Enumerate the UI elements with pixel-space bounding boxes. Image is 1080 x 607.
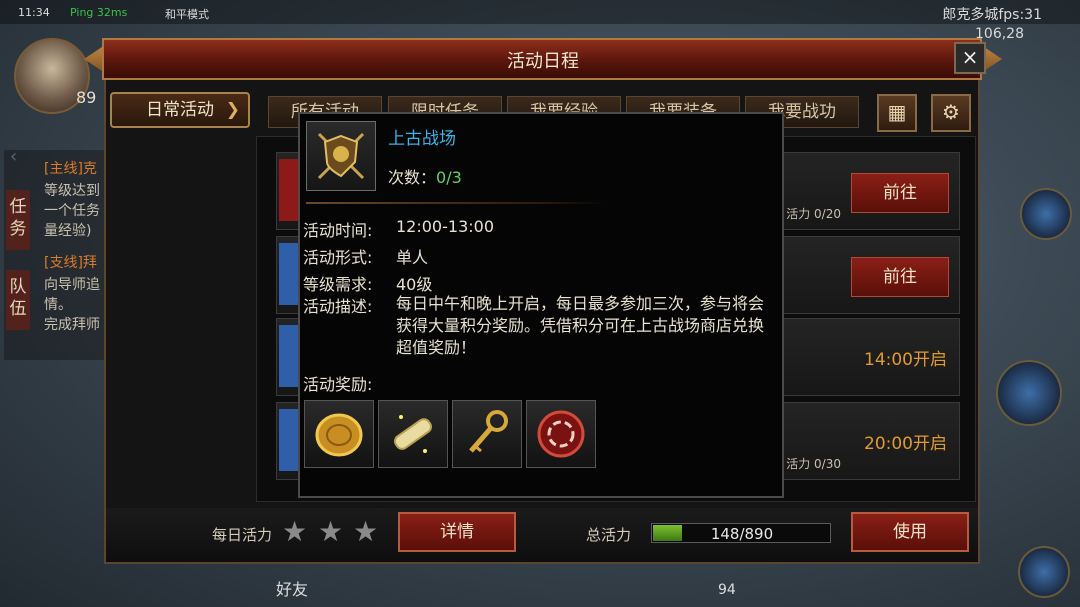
attempts: 次数：0/3 bbox=[388, 164, 462, 188]
quest-line: 量经验) bbox=[44, 223, 92, 239]
activity-thumbnail bbox=[279, 325, 299, 387]
clock: 11:34 bbox=[18, 6, 50, 19]
activity-name: 上古战场 bbox=[388, 129, 456, 149]
attempts-label: 次数： bbox=[388, 168, 437, 187]
quest-line: 一个任务 bbox=[44, 203, 100, 219]
tab-tasks[interactable]: 任务 bbox=[6, 190, 30, 250]
open-time: 14:00开启 bbox=[864, 350, 947, 370]
vitality-progress-bar: 148/890 bbox=[651, 523, 831, 543]
daily-vitality-label: 每日活力 bbox=[212, 526, 273, 544]
bottom-counter: 94 bbox=[718, 582, 736, 598]
player-level: 89 bbox=[76, 88, 97, 107]
attempts-value: 0/3 bbox=[436, 168, 462, 187]
crossed-swords-shield-icon bbox=[306, 121, 376, 191]
map-name: 郎克多城fps:31 bbox=[942, 7, 1042, 23]
tab-team[interactable]: 队伍 bbox=[6, 270, 30, 330]
go-button[interactable]: 前往 bbox=[851, 173, 949, 213]
quest-line: 情。 bbox=[44, 297, 72, 313]
quest-line: 向导师追 bbox=[44, 277, 100, 293]
close-button[interactable]: × bbox=[954, 42, 986, 74]
gold-coin-icon[interactable] bbox=[304, 400, 374, 468]
activity-thumbnail bbox=[279, 159, 299, 221]
category-daily-activities[interactable]: 日常活动 ❯ bbox=[110, 92, 250, 128]
star-icon: ★ bbox=[353, 515, 379, 548]
quest-line: 等级达到 bbox=[44, 183, 100, 199]
gear-icon[interactable]: ⚙ bbox=[931, 94, 971, 132]
time-value: 12:00-13:00 bbox=[396, 217, 494, 236]
go-button[interactable]: 前往 bbox=[851, 257, 949, 297]
ping-indicator: Ping 32ms bbox=[70, 6, 128, 19]
dpad-icon[interactable] bbox=[1020, 188, 1072, 240]
red-gem-icon[interactable] bbox=[526, 400, 596, 468]
calendar-icon[interactable]: ▦ bbox=[877, 94, 917, 132]
pk-mode[interactable]: 和平模式 bbox=[165, 6, 209, 22]
vitality-value: 148/890 bbox=[710, 525, 774, 543]
form-label: 活动形式: bbox=[303, 248, 373, 267]
level-label: 等级需求: bbox=[303, 275, 373, 294]
details-button[interactable]: 详情 bbox=[398, 512, 516, 552]
switch-icon[interactable] bbox=[1018, 546, 1070, 598]
total-vitality-label: 总活力 bbox=[586, 526, 632, 544]
rewards-label: 活动奖励: bbox=[303, 375, 373, 394]
level-value: 40级 bbox=[396, 275, 433, 294]
skill-icon[interactable] bbox=[996, 360, 1062, 426]
star-icon: ★ bbox=[282, 515, 308, 548]
row-vitality: 活力 0/20 bbox=[786, 207, 841, 221]
quest-line[interactable]: [主线]克 bbox=[44, 158, 106, 178]
status-bar: 11:34 Ping 32ms 和平模式 bbox=[0, 0, 1080, 24]
golden-key-icon[interactable] bbox=[452, 400, 522, 468]
row-vitality: 活力 0/30 bbox=[786, 457, 841, 471]
activity-thumbnail bbox=[279, 243, 299, 305]
time-label: 活动时间: bbox=[303, 221, 373, 240]
star-icon: ★ bbox=[318, 515, 344, 548]
window-titlebar: 活动日程 bbox=[84, 38, 1002, 80]
activity-thumbnail bbox=[279, 409, 299, 471]
divider bbox=[306, 202, 606, 204]
page-title: 活动日程 bbox=[507, 51, 579, 72]
quest-line: 完成拜师 bbox=[44, 317, 100, 333]
category-label: 日常活动 bbox=[146, 100, 214, 120]
chevron-right-icon: ❯ bbox=[225, 100, 240, 120]
form-value: 单人 bbox=[396, 248, 429, 267]
use-button[interactable]: 使用 bbox=[851, 512, 969, 552]
description-text: 每日中午和晚上开启，每日最多参加三次，参与将会获得大量积分奖励。凭借积分可在上古… bbox=[396, 294, 765, 357]
open-time: 20:00开启 bbox=[864, 434, 947, 454]
quest-line[interactable]: [支线]拜 bbox=[44, 252, 106, 272]
friends-button[interactable]: 好友 bbox=[276, 576, 308, 600]
description-label: 活动描述: bbox=[303, 297, 373, 316]
scroll-icon[interactable] bbox=[378, 400, 448, 468]
